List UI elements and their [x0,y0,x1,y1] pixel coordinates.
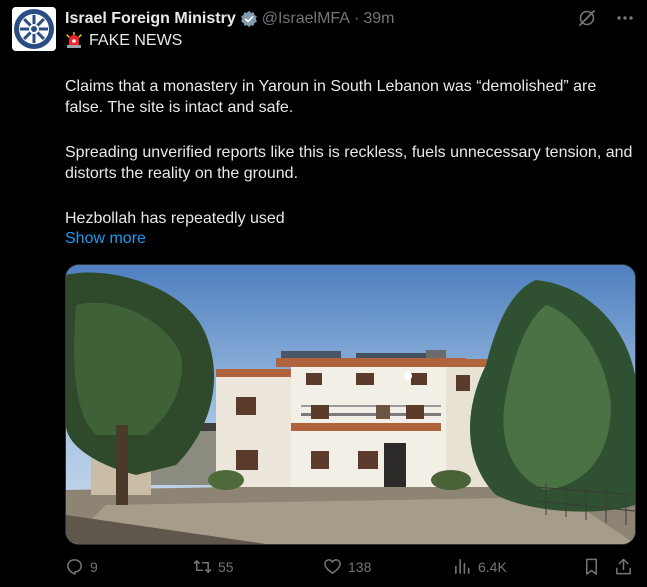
more-icon[interactable] [615,8,635,28]
label-text: FAKE NEWS [89,32,183,49]
reply-count: 9 [90,558,98,575]
paragraph: Hezbollah has repeatedly used [65,210,285,227]
like-icon [324,559,341,574]
paragraph: Spreading unverified reports like this i… [65,144,633,182]
post-image[interactable] [65,264,636,545]
avatar[interactable] [12,7,56,51]
like-count: 138 [348,558,372,575]
post-body: Claims that a monastery in Yaroun in Sou… [65,76,637,253]
share-icon [616,558,631,575]
action-bar: 9 55 138 6.4K [65,557,637,579]
post[interactable]: Israel Foreign Ministry @IsraelMFA · 39m [0,0,647,587]
post-time[interactable]: 39m [363,10,394,28]
siren-icon [65,31,83,50]
paragraph: Claims that a monastery in Yaroun in Sou… [65,78,597,116]
author-handle[interactable]: @IsraelMFA [262,10,350,28]
repost-icon [193,560,212,573]
reply-button[interactable]: 9 [65,557,98,576]
author-name[interactable]: Israel Foreign Ministry [65,10,236,28]
show-more-link[interactable]: Show more [65,230,146,248]
views-button[interactable]: 6.4K [453,557,507,576]
bookmark-button[interactable] [582,557,601,576]
verified-badge-icon [240,10,258,28]
separator-dot: · [353,10,360,27]
reply-icon [67,559,82,575]
share-button[interactable] [614,557,633,576]
views-count: 6.4K [478,558,507,575]
like-button[interactable]: 138 [323,557,371,576]
bookmark-icon [585,558,598,575]
grok-icon[interactable] [577,8,597,28]
post-header: Israel Foreign Ministry @IsraelMFA · 39m [65,8,577,30]
repost-button[interactable]: 55 [193,557,234,576]
views-icon [455,559,470,574]
repost-count: 55 [218,558,234,575]
post-label: FAKE NEWS [65,31,183,50]
